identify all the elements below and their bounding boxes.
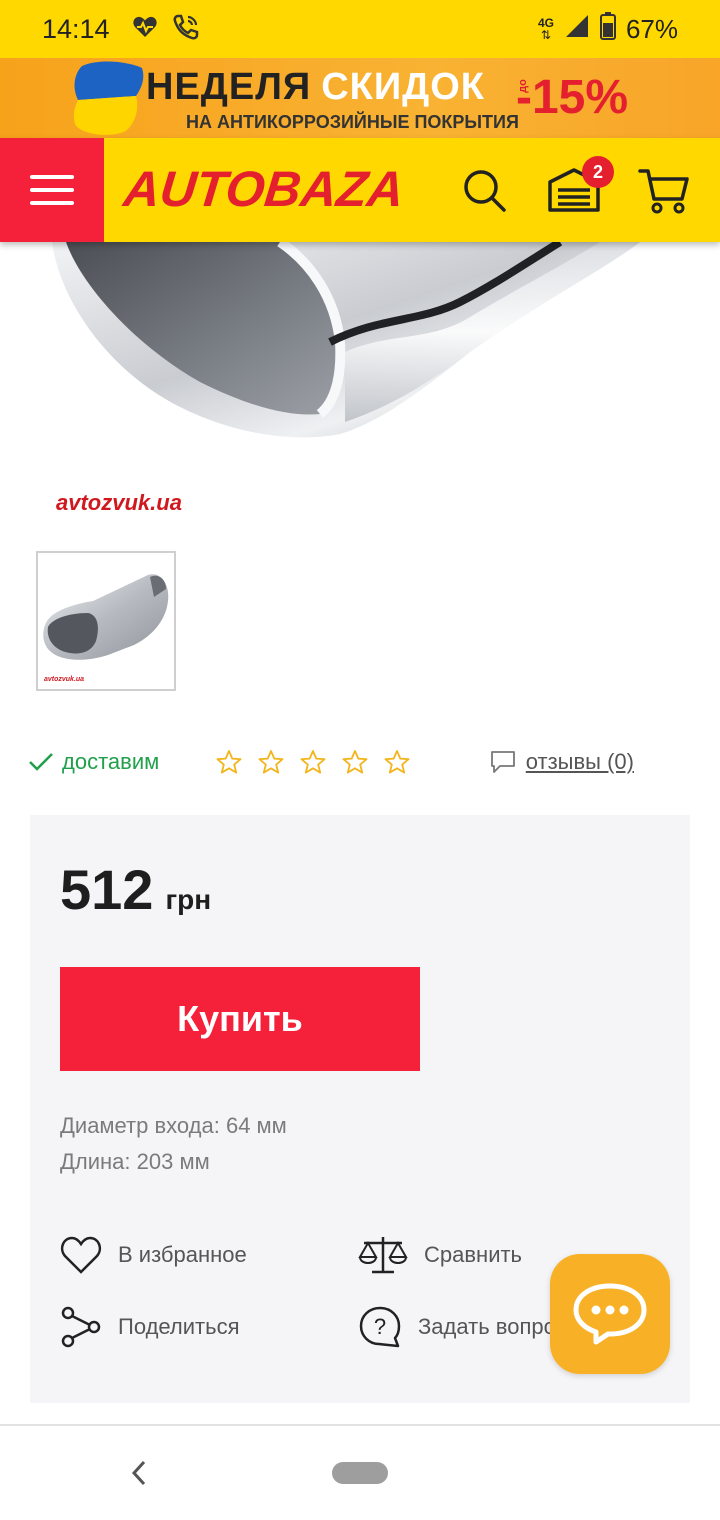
- delivery-label: доставим: [62, 749, 160, 774]
- product-thumbnail[interactable]: avtozvuk.ua: [36, 551, 176, 691]
- menu-button[interactable]: [0, 138, 104, 242]
- compare-label: Сравнить: [424, 1242, 523, 1267]
- compare-button[interactable]: Сравнить: [358, 1235, 522, 1275]
- product-main-image[interactable]: [0, 242, 720, 492]
- star-icon[interactable]: [215, 749, 243, 775]
- favorite-button[interactable]: В избранное: [60, 1235, 247, 1275]
- comment-icon: [490, 751, 515, 773]
- promo-title-word1: НЕДЕЛЯ: [146, 66, 312, 108]
- image-watermark: avtozvuk.ua: [56, 490, 182, 515]
- promo-title-word2: СКИДОК: [321, 66, 485, 108]
- menu-line: [30, 201, 74, 205]
- network-indicator: 4G ⇅: [537, 16, 554, 42]
- back-icon[interactable]: [126, 1456, 154, 1490]
- promo-discount: -15%: [516, 71, 629, 124]
- site-logo[interactable]: AUTOBAZA: [121, 160, 407, 218]
- share-icon: [61, 1306, 101, 1348]
- share-label: Поделиться: [118, 1314, 240, 1339]
- wifi-call-icon: [172, 13, 200, 46]
- chat-icon: [573, 1283, 647, 1345]
- health-icon: [132, 15, 158, 44]
- question-icon: ?: [359, 1306, 401, 1348]
- battery-percent: 67%: [625, 13, 678, 44]
- status-bar: 14:14 4G ⇅ 67%: [0, 0, 720, 58]
- garage-badge: 2: [582, 156, 614, 188]
- scales-icon: [358, 1237, 408, 1274]
- menu-line: [30, 188, 74, 192]
- price-value: 512: [60, 858, 154, 921]
- home-pill[interactable]: [332, 1462, 388, 1484]
- cart-button[interactable]: [636, 162, 692, 218]
- star-icon[interactable]: [383, 749, 411, 775]
- spec-length: Длина: 203 мм: [60, 1149, 210, 1174]
- star-icon[interactable]: [341, 749, 369, 775]
- signal-icon: [564, 13, 590, 46]
- price-currency: грн: [165, 884, 212, 915]
- reviews-link[interactable]: отзывы (0): [490, 749, 634, 775]
- site-header: AUTOBAZA: [0, 138, 720, 242]
- reviews-label[interactable]: отзывы (0): [526, 749, 634, 775]
- spec-diameter: Диаметр входа: 64 мм: [60, 1113, 287, 1138]
- promo-subtitle: НА АНТИКОРРОЗИЙНЫЕ ПОКРЫТИЯ: [186, 112, 519, 132]
- promo-banner[interactable]: НЕДЕЛЯ СКИДОК НА АНТИКОРРОЗИЙНЫЕ ПОКРЫТИЯ…: [0, 58, 720, 138]
- share-button[interactable]: Поделиться: [60, 1305, 239, 1349]
- heart-icon: [60, 1236, 102, 1274]
- search-icon: [464, 170, 506, 212]
- price: 512 грн: [60, 857, 211, 922]
- svg-text:?: ?: [374, 1314, 386, 1339]
- system-nav-bar: [0, 1426, 720, 1520]
- product-page: 14:14 4G ⇅ 67% НЕДЕЛЯ СКИДОК НА АНТИКОРР…: [0, 0, 720, 1520]
- star-icon[interactable]: [257, 749, 285, 775]
- rating-stars[interactable]: [215, 749, 411, 775]
- chat-button[interactable]: [550, 1254, 670, 1374]
- ask-question-button[interactable]: ? Задать вопрос: [358, 1305, 567, 1349]
- delivery-status: доставим: [28, 749, 159, 775]
- exhaust-tip-image: [52, 242, 640, 438]
- cart-icon: [638, 169, 689, 214]
- favorite-label: В избранное: [118, 1242, 247, 1267]
- thumbnail-watermark: avtozvuk.ua: [44, 676, 85, 683]
- product-info-row: доставим отзывы (0): [28, 740, 692, 784]
- exhaust-tip-thumbnail-image: [43, 574, 169, 660]
- ukraine-flag-icon: [73, 61, 144, 135]
- check-icon: [29, 753, 53, 771]
- buy-button[interactable]: Купить: [60, 967, 420, 1071]
- menu-line: [30, 175, 74, 179]
- star-icon[interactable]: [299, 749, 327, 775]
- promo-title: НЕДЕЛЯ СКИДОК: [146, 66, 485, 109]
- status-time: 14:14: [42, 13, 110, 44]
- battery-icon: [599, 11, 616, 47]
- search-button[interactable]: [456, 162, 512, 218]
- ask-question-label: Задать вопрос: [418, 1314, 567, 1339]
